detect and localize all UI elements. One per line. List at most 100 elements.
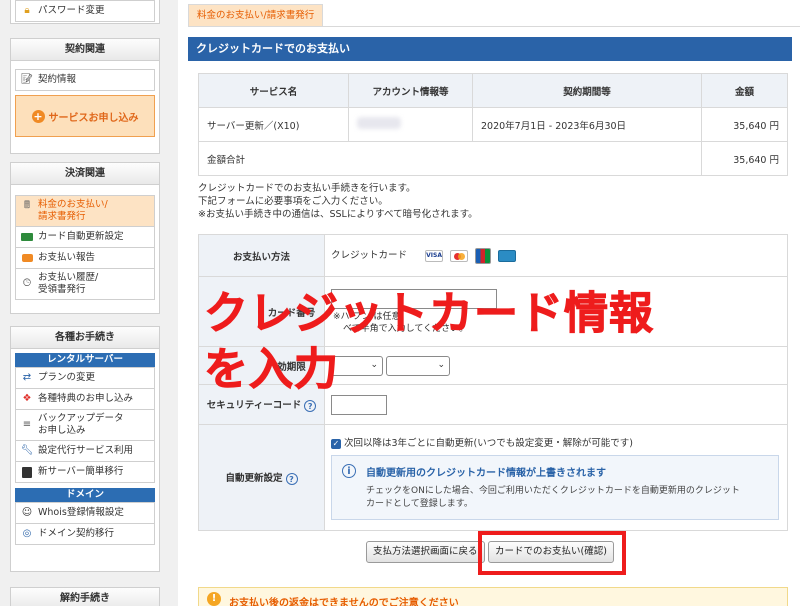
auto-renew-cell: ✓ 次回以降は3年ごとに自動更新(いつでも設定変更・解除が可能です) i 自動更新… — [324, 424, 788, 531]
expiry-year-select[interactable]: ⌄ — [386, 355, 451, 376]
label-line: 料金のお支払い/ — [38, 199, 108, 210]
sidebar-item-label: お支払い履歴/ 受領書発行 — [38, 272, 98, 296]
users-icon: ☺ — [21, 507, 33, 518]
payment-method-cell: クレジットカード VISA — [324, 234, 788, 277]
gift-icon: ❖ — [22, 393, 32, 404]
sidebar-item-label: 設定代行サービス利用 — [38, 445, 134, 456]
credit-card-icon — [20, 230, 34, 244]
back-to-payment-method-button[interactable]: 支払方法選択画面に戻る — [366, 541, 485, 563]
calculator-icon: 🖩 — [24, 200, 30, 211]
clock-icon: 🕒︎ — [23, 278, 31, 289]
overlay-annotation-line1: クレジットカード情報 — [204, 288, 654, 339]
sidebar-item-label: パスワード変更 — [38, 5, 105, 16]
sidebar-cancel-box: 解約手続き — [10, 587, 160, 606]
sidebar-account-box: 🔒︎ パスワード変更 — [10, 0, 160, 24]
amount-cell: 35,640 円 — [701, 107, 788, 142]
description-line: ※お支払い手続き中の通信は、SSLによりすべて暗号化されます。 — [198, 209, 478, 220]
sidebar-subheading-rental: レンタルサーバー — [15, 353, 155, 367]
column-header: アカウント情報等 — [348, 73, 473, 108]
help-icon[interactable]: ? — [285, 472, 298, 485]
form-row-auto-renew: 自動更新設定? ✓ 次回以降は3年ごとに自動更新(いつでも設定変更・解除が可能です… — [198, 424, 788, 531]
auto-renew-label-text: 自動更新設定 — [225, 473, 283, 485]
security-code-label-text: セキュリティーコード — [206, 400, 302, 412]
sidebar-item-payment-invoice[interactable]: 🖩 料金のお支払い/ 請求書発行 — [15, 195, 155, 227]
refund-notice-text: お支払い後の返金はできませんのでご注意ください — [229, 598, 459, 606]
table-total-row: 金額合計 35,640 円 — [198, 141, 788, 176]
sidebar-item-password[interactable]: 🔒︎ パスワード変更 — [15, 0, 155, 22]
auto-renew-label: 自動更新設定? — [198, 424, 325, 531]
auto-renew-checkbox-label: 次回以降は3年ごとに自動更新(いつでも設定変更・解除が可能です) — [344, 438, 633, 449]
chevron-down-icon: ⌄ — [370, 359, 378, 370]
sidebar-item-backup[interactable]: ≡ バックアップデータ お申し込み — [15, 409, 155, 441]
description-line: クレジットカードでのお支払い手続きを行います。 — [198, 183, 416, 194]
expiry-cell: ⌄ ⌄ — [324, 346, 788, 385]
section-title: クレジットカードでのお支払い — [188, 37, 792, 61]
help-icon[interactable]: ? — [304, 399, 317, 412]
sidebar-item-domain-transfer[interactable]: ◎ ドメイン契約移行 — [15, 523, 155, 545]
column-header: サービス名 — [198, 73, 349, 108]
lock-icon: 🔒︎ — [24, 5, 30, 16]
sidebar-item-label: お支払い報告 — [38, 252, 96, 263]
speech-bubble-icon — [20, 251, 34, 265]
auto-renew-info-box: i 自動更新用のクレジットカード情報が上書きされます チェックをONにした場合、… — [331, 455, 779, 520]
info-icon: i — [342, 464, 356, 478]
sidebar-item-plan-change[interactable]: ⇄ プランの変更 — [15, 367, 155, 389]
service-name-cell: サーバー更新／(X10) — [198, 107, 349, 142]
total-amount-cell: 35,640 円 — [701, 141, 788, 176]
sidebar-item-bonus[interactable]: ❖ 各種特典のお申し込み — [15, 388, 155, 410]
table-row: サーバー更新／(X10) 2020年7月1日 - 2023年6月30日 35,6… — [198, 107, 788, 142]
account-info-cell — [348, 107, 473, 142]
swap-arrows-icon: ⇄ — [22, 372, 32, 383]
service-apply-button[interactable]: + サービスお申し込み — [15, 95, 155, 137]
sidebar-item-label: Whois登録情報設定 — [38, 507, 124, 518]
payment-description: クレジットカードでのお支払い手続きを行います。 下記フォームに必要事項をご入力く… — [198, 182, 478, 221]
globe-icon: ◎ — [22, 528, 32, 539]
security-code-input[interactable] — [331, 394, 387, 415]
sidebar-item-label: 新サーバー簡単移行 — [38, 466, 124, 477]
service-table: サービス名 アカウント情報等 契約期間等 金額 サーバー更新／(X10) 202… — [198, 73, 788, 176]
sidebar-item-payment-history[interactable]: 🕒︎ お支払い履歴/ 受領書発行 — [15, 268, 155, 300]
wrench-icon: 🔧︎ — [20, 445, 34, 456]
sidebar-item-whois[interactable]: ☺ Whois登録情報設定 — [15, 502, 155, 524]
sidebar-heading: 解約手続き — [11, 588, 159, 606]
info-title: 自動更新用のクレジットカード情報が上書きされます — [366, 468, 606, 479]
sidebar-subheading-domain: ドメイン — [15, 488, 155, 502]
tab-payment-invoice[interactable]: 料金のお支払い/請求書発行 — [188, 4, 324, 26]
sidebar-item-migration[interactable]: 新サーバー簡単移行 — [15, 461, 155, 483]
service-apply-label: サービスお申し込み — [48, 112, 139, 124]
sidebar-item-label: バックアップデータ お申し込み — [38, 413, 124, 437]
label-line: 受領書発行 — [38, 284, 86, 295]
redacted-account — [357, 117, 401, 129]
sidebar-item-card-auto-renew[interactable]: カード自動更新設定 — [15, 226, 155, 248]
info-text-line: カードとして登録します。 — [366, 499, 473, 509]
server-icon: ≡ — [22, 419, 32, 430]
sidebar-heading: 各種お手続き — [11, 327, 159, 349]
security-code-cell — [324, 384, 788, 425]
label-line: お申し込み — [38, 425, 86, 436]
overlay-annotation-line2: を入力 — [204, 344, 339, 395]
sidebar-item-label: 各種特典のお申し込み — [38, 393, 134, 404]
sidebar-item-setup-agent[interactable]: 🔧︎ 設定代行サービス利用 — [15, 440, 155, 462]
sidebar-item-label: 契約情報 — [38, 74, 77, 85]
amex-card-icon — [498, 249, 517, 262]
sidebar-payment-box: 決済関連 🖩 料金のお支払い/ 請求書発行 カード自動更新設定 お支払い報告 🕒… — [10, 162, 160, 314]
sidebar-item-label: 料金のお支払い/ 請求書発行 — [38, 199, 108, 223]
sidebar-item-contract-info[interactable]: 📝︎ 契約情報 — [15, 69, 155, 91]
sidebar-heading: 契約関連 — [11, 39, 159, 61]
document-icon: 📝︎ — [20, 74, 34, 85]
sidebar-item-label: プランの変更 — [38, 372, 96, 383]
refund-notice: ! お支払い後の返金はできませんのでご注意ください — [198, 587, 788, 606]
sidebar: 🔒︎ パスワード変更 契約関連 📝︎ 契約情報 + サービスお申し込み 決済関連… — [0, 0, 178, 606]
table-header-row: サービス名 アカウント情報等 契約期間等 金額 — [198, 73, 788, 108]
auto-renew-checkbox-row[interactable]: ✓ 次回以降は3年ごとに自動更新(いつでも設定変更・解除が可能です) — [331, 435, 781, 449]
confirm-button-highlight — [478, 531, 626, 575]
sidebar-item-payment-report[interactable]: お支払い報告 — [15, 247, 155, 269]
column-header: 金額 — [701, 73, 788, 108]
sidebar-procedures-box: 各種お手続き レンタルサーバー ⇄ プランの変更 ❖ 各種特典のお申し込み ≡ … — [10, 326, 160, 572]
chevron-down-icon: ⌄ — [437, 359, 446, 370]
sidebar-contract-box: 契約関連 📝︎ 契約情報 + サービスお申し込み — [10, 38, 160, 154]
label-line: お支払い履歴/ — [38, 272, 99, 283]
payment-method-label: お支払い方法 — [198, 234, 325, 277]
server-rack-icon — [20, 465, 34, 479]
checkbox-checked-icon[interactable]: ✓ — [331, 438, 341, 449]
